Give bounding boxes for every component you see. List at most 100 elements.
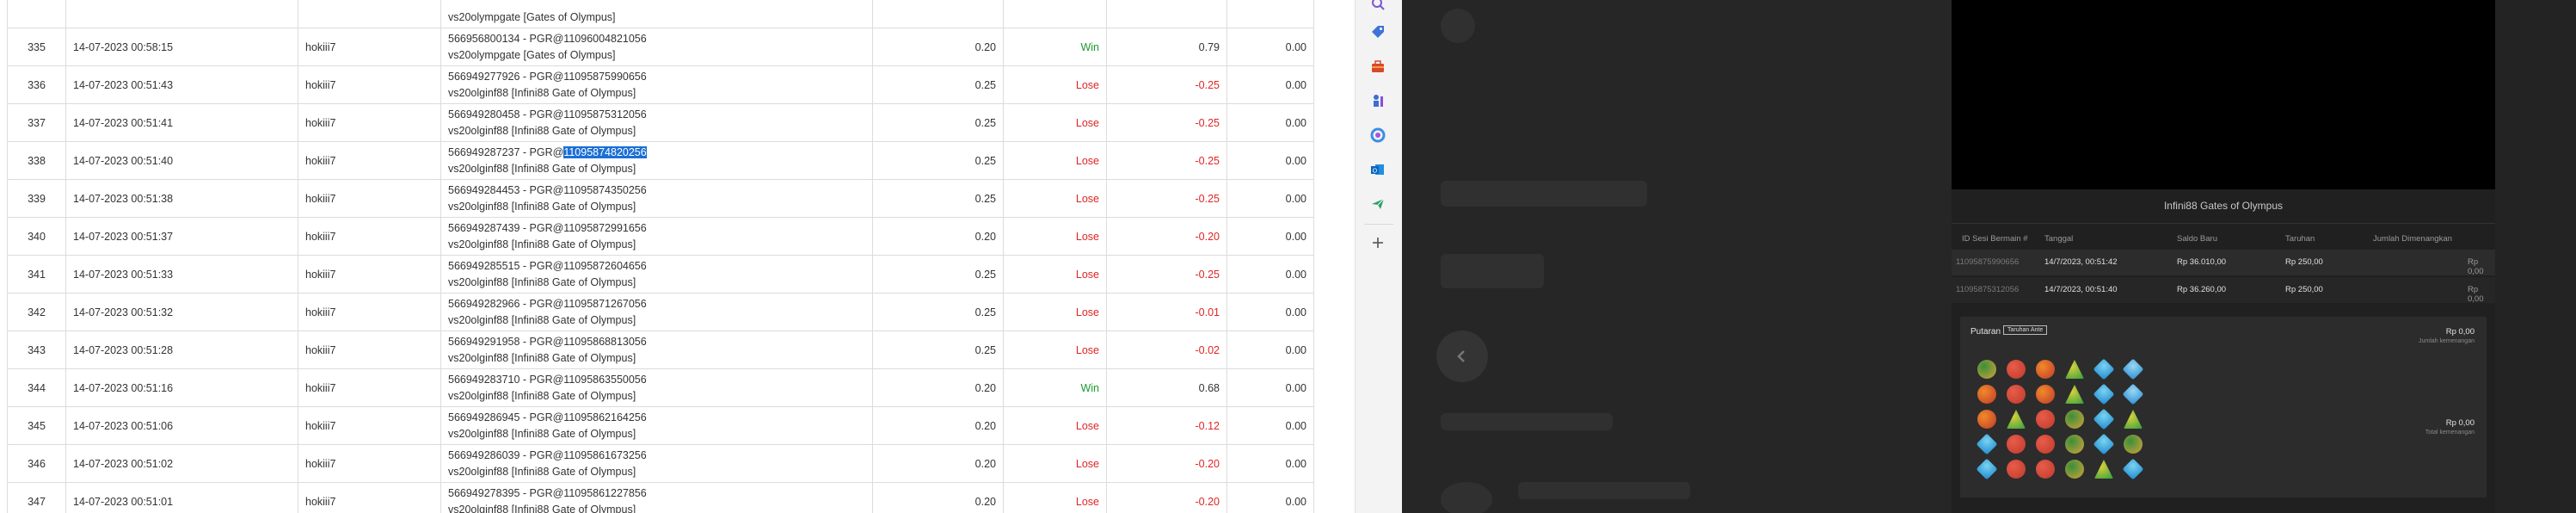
spin-win-caption: Jumlah kemenangan [2419, 338, 2475, 344]
gem-symbol [2124, 410, 2143, 429]
row-balance: 0.00 [1227, 179, 1314, 218]
row-winloss: -0.12 [1106, 406, 1227, 445]
gem-symbol [2093, 358, 2115, 380]
row-user: hokiii7 [298, 368, 441, 407]
chess-icon[interactable] [1368, 90, 1388, 111]
column-header-bet: Taruhan [2285, 234, 2315, 244]
history-row[interactable]: 11095875312056 14/7/2023, 00:51:40 Rp 36… [1952, 277, 2495, 304]
chevron-left-icon [1457, 350, 1465, 362]
row-number: 343 [7, 331, 66, 369]
add-icon[interactable] [1368, 232, 1388, 253]
row-balance: 0.00 [1227, 65, 1314, 104]
row-user: hokiii7 [298, 179, 441, 218]
row-detail-transaction: 566949285515 - PGR@11095872604656 [448, 259, 647, 272]
row-detail-game: vs20olginf88 [Infini88 Gate of Olympus] [448, 162, 636, 175]
row-bet: 0.20 [872, 28, 1004, 66]
gem-symbol [2093, 383, 2115, 405]
row-detail-game: vs20olginf88 [Infini88 Gate of Olympus] [448, 124, 636, 137]
row-detail-transaction: 566949277926 - PGR@11095875990656 [448, 70, 647, 83]
row-balance: 0.00 [1227, 293, 1314, 331]
ante-bet-badge: Taruhan Ante [2003, 325, 2048, 335]
row-result: Lose [1003, 179, 1107, 218]
gem-symbol [2065, 460, 2084, 479]
row-detail-transaction: 566949291958 - PGR@11095868813056 [448, 335, 647, 348]
row-date: 14-07-2023 00:51:28 [65, 331, 298, 369]
game-history-body: Infini88 Gates of Olympus ID Sesi Bermai… [1952, 189, 2495, 513]
row-bet: 0.25 [872, 141, 1004, 180]
row-balance: 0.00 [1227, 444, 1314, 483]
ghost-element [1441, 181, 1647, 207]
history-win: Rp 0,00 [2468, 257, 2484, 276]
row-user: hokiii7 [298, 141, 441, 180]
selected-text[interactable]: 11095874820256 [563, 145, 647, 158]
row-user: hokiii7 [298, 482, 441, 513]
row-number [7, 0, 66, 28]
sidebar-divider [1364, 224, 1393, 225]
row-balance: 0.00 [1227, 217, 1314, 256]
table-row: 339 14-07-2023 00:51:38 hokiii7 56694928445… [7, 179, 1314, 218]
table-row: 345 14-07-2023 00:51:06 hokiii7 56694928694… [7, 406, 1314, 445]
game-history-modal: Infini88 Gates of Olympus ID Sesi Bermai… [1952, 0, 2495, 513]
history-row[interactable]: 11095875990656 14/7/2023, 00:51:42 Rp 36… [1952, 250, 2495, 276]
search-icon[interactable] [1368, 0, 1388, 14]
history-win: Rp 0,00 [2468, 285, 2484, 304]
row-bet: 0.25 [872, 103, 1004, 142]
row-detail-game: vs20olginf88 [Infini88 Gate of Olympus] [448, 86, 636, 99]
row-date: 14-07-2023 00:51:32 [65, 293, 298, 331]
row-detail: 566949277926 - PGR@11095875990656 vs20olg… [440, 65, 873, 104]
office-icon[interactable] [1368, 125, 1388, 145]
row-number: 338 [7, 141, 66, 180]
row-number: 337 [7, 103, 66, 142]
row-user: hokiii7 [298, 255, 441, 294]
row-result: Lose [1003, 293, 1107, 331]
row-bet: 0.25 [872, 331, 1004, 369]
row-balance [1227, 0, 1314, 28]
history-balance: Rp 36.010,00 [2177, 257, 2227, 267]
outlook-icon[interactable]: O [1368, 159, 1388, 180]
row-detail-game: vs20olginf88 [Infini88 Gate of Olympus] [448, 427, 636, 440]
row-number: 347 [7, 482, 66, 513]
column-header-session-id: ID Sesi Bermain # [1962, 234, 2028, 244]
table-row: 344 14-07-2023 00:51:16 hokiii7 56694928371… [7, 368, 1314, 407]
toolbox-icon[interactable] [1368, 56, 1388, 77]
row-balance: 0.00 [1227, 406, 1314, 445]
history-balance: Rp 36.260,00 [2177, 285, 2227, 294]
gem-symbol [2036, 435, 2055, 454]
row-number: 341 [7, 255, 66, 294]
table-row: 336 14-07-2023 00:51:43 hokiii7 56694927792… [7, 65, 1314, 104]
row-result: Lose [1003, 331, 1107, 369]
row-detail-transaction: 566956800134 - PGR@11096004821056 [448, 32, 647, 45]
tag-icon[interactable] [1368, 22, 1388, 42]
row-winloss: -0.20 [1106, 444, 1227, 483]
row-balance: 0.00 [1227, 103, 1314, 142]
row-result: Lose [1003, 65, 1107, 104]
row-date: 14-07-2023 00:51:16 [65, 368, 298, 407]
total-win-value: Rp 0,00 [2445, 418, 2475, 428]
row-detail: 566949283710 - PGR@11095863550056 vs20olg… [440, 368, 873, 407]
spin-label: Putaran [1970, 327, 2001, 337]
row-detail-transaction: 566949287439 - PGR@11095872991656 [448, 221, 647, 234]
spin-win-value: Rp 0,00 [2445, 327, 2475, 337]
row-balance: 0.00 [1227, 368, 1314, 407]
row-detail-transaction: 566949286039 - PGR@11095861673256 [448, 448, 647, 461]
gem-symbol [1977, 360, 1996, 379]
gem-symbol [2007, 435, 2026, 454]
row-date: 14-07-2023 00:51:43 [65, 65, 298, 104]
row-bet: 0.25 [872, 179, 1004, 218]
row-detail: 566949284453 - PGR@11095874350256 vs20olg… [440, 179, 873, 218]
bet-history-table-pane: vs20olympgate [Gates of Olympus] 335 14-0… [0, 0, 1325, 513]
table-row: 340 14-07-2023 00:51:37 hokiii7 56694928743… [7, 217, 1314, 256]
back-button[interactable] [1436, 331, 1488, 382]
row-result [1003, 0, 1107, 28]
row-detail-game: vs20olginf88 [Infini88 Gate of Olympus] [448, 389, 636, 402]
row-date: 14-07-2023 00:51:02 [65, 444, 298, 483]
row-winloss: -0.25 [1106, 65, 1227, 104]
row-result: Win [1003, 368, 1107, 407]
gem-symbol [2065, 360, 2084, 379]
row-detail: 566949282966 - PGR@11095871267056 vs20olg… [440, 293, 873, 331]
row-number: 336 [7, 65, 66, 104]
row-winloss: -0.01 [1106, 293, 1227, 331]
row-winloss: -0.20 [1106, 217, 1227, 256]
send-icon[interactable] [1368, 194, 1388, 214]
history-bet: Rp 250,00 [2285, 285, 2323, 294]
